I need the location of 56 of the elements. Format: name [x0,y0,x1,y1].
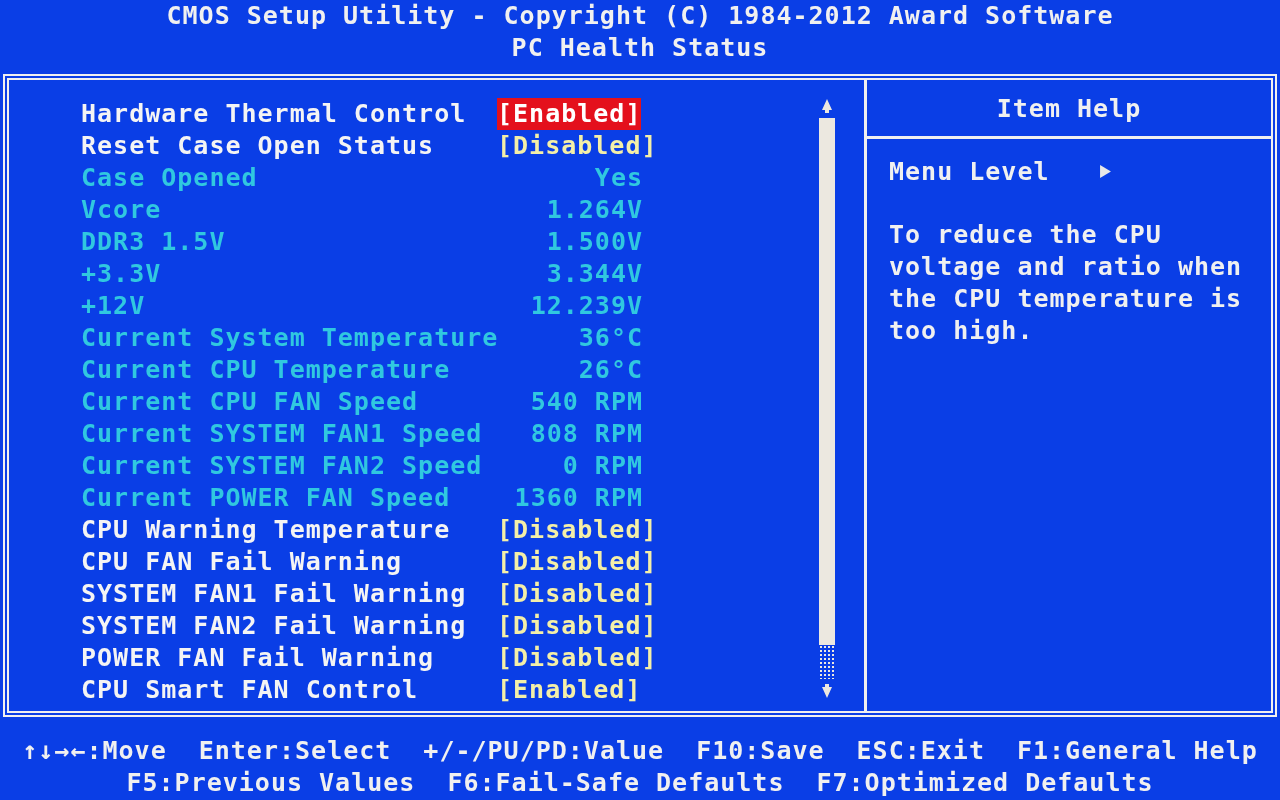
help-text: To reduce the CPU voltage and ratio when the CPU temperature is too high. [889,219,1244,347]
sensor-reading: 26°C [578,354,643,386]
setting-label: Current POWER FAN Speed [81,482,452,514]
sensor-reading: 3.344V [546,258,643,290]
key-hint: Enter:Select [198,735,392,767]
scrollbar-track[interactable] [819,118,835,679]
key-hint: F10:Save [696,735,825,767]
setting-label: +3.3V [81,258,163,290]
setting-value[interactable]: [Disabled] [497,610,658,642]
setting-value[interactable]: [Enabled] [497,98,642,130]
menu-level-label: Menu Level [889,156,1050,186]
sensor-reading: 1.264V [546,194,643,226]
setting-label: Current SYSTEM FAN1 Speed [81,418,484,450]
setting-label[interactable]: CPU Smart FAN Control [81,674,497,706]
setting-label[interactable]: Reset Case Open Status [81,130,497,162]
sensor-reading: 540 RPM [530,386,643,418]
utility-title: CMOS Setup Utility - Copyright (C) 1984-2012 Award Software [166,0,1114,32]
scroll-down-arrow-icon[interactable] [820,683,834,699]
key-hint: ESC:Exit [856,735,985,767]
sensor-reading: 1360 RPM [514,482,643,514]
setting-value[interactable]: [Disabled] [497,578,658,610]
sensor-reading: Yes [594,162,643,194]
key-hint: +/-/PU/PD:Value [423,735,665,767]
setting-value[interactable]: [Disabled] [497,130,658,162]
sensor-reading: 0 RPM [562,450,643,482]
key-hint: F7:Optimized Defaults [816,767,1154,799]
key-hint: ↑↓→←:Move [22,735,167,767]
key-hint: F1:General Help [1016,735,1258,767]
setting-label[interactable]: Hardware Thermal Control [81,98,497,130]
key-hint: F5:Previous Values [126,767,416,799]
setting-label[interactable]: SYSTEM FAN1 Fail Warning [81,578,497,610]
setting-label: +12V [81,290,147,322]
setting-label: Current SYSTEM FAN2 Speed [81,450,484,482]
right-triangle-icon [1099,164,1111,178]
setting-label: Case Opened [81,162,259,194]
sensor-reading: 1.500V [546,226,643,258]
setting-value[interactable]: [Disabled] [497,514,658,546]
sensor-reading: 12.239V [530,290,643,322]
setting-value[interactable]: [Disabled] [497,546,658,578]
help-title: Item Help [996,93,1142,123]
setting-label[interactable]: CPU FAN Fail Warning [81,546,497,578]
setting-label[interactable]: SYSTEM FAN2 Fail Warning [81,610,497,642]
sensor-reading: 36°C [578,322,643,354]
sensor-reading: 808 RPM [530,418,643,450]
setting-label[interactable]: POWER FAN Fail Warning [81,642,497,674]
setting-label: Vcore [81,194,163,226]
setting-label[interactable]: CPU Warning Temperature [81,514,497,546]
setting-value[interactable]: [Enabled] [497,674,642,706]
setting-value[interactable]: [Disabled] [497,642,658,674]
scroll-up-arrow-icon[interactable] [820,98,834,114]
setting-label: DDR3 1.5V [81,226,227,258]
setting-label: Current System Temperature [81,322,497,354]
setting-label: Current CPU Temperature [81,354,452,386]
setting-label: Current CPU FAN Speed [81,386,420,418]
key-hint: F6:Fail-Safe Defaults [447,767,785,799]
page-title: PC Health Status [511,32,769,64]
